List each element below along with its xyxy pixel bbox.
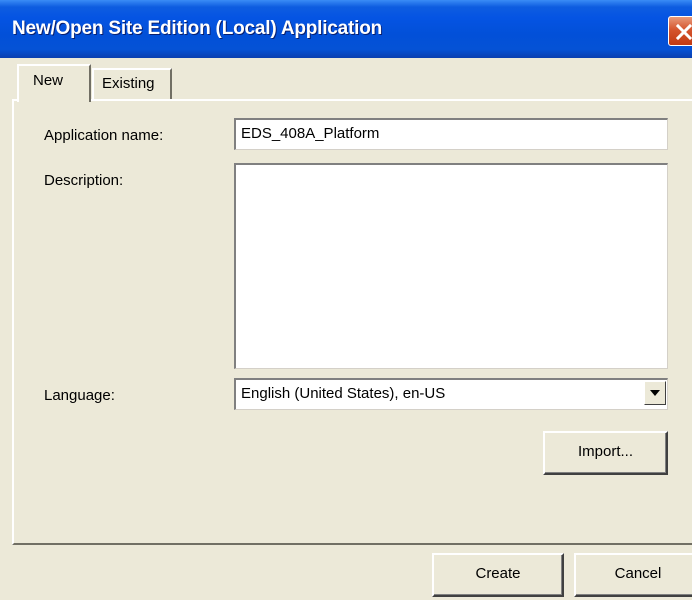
language-select[interactable]: English (United States), en-US [234,378,668,410]
window-title: New/Open Site Edition (Local) Applicatio… [12,18,383,39]
language-value: English (United States), en-US [241,385,446,402]
chevron-down-icon [650,390,660,396]
tab-new[interactable]: New [17,64,91,102]
dialog-window: New/Open Site Edition (Local) Applicatio… [0,0,692,600]
language-dropdown-button[interactable] [644,381,666,405]
tab-new-label: New [33,72,64,89]
title-bar[interactable]: New/Open Site Edition (Local) Applicatio… [0,0,692,58]
application-name-input[interactable]: EDS_408A_Platform [234,118,668,150]
description-textarea[interactable] [234,163,668,369]
language-label: Language: [44,387,115,404]
application-name-label: Application name: [44,127,164,144]
tab-existing[interactable]: Existing [92,68,172,100]
cancel-button[interactable]: Cancel [574,553,692,597]
tab-existing-label: Existing [102,75,155,92]
application-name-value: EDS_408A_Platform [241,125,380,142]
close-button[interactable] [668,16,692,46]
close-icon [675,23,692,41]
create-button[interactable]: Create [432,553,564,597]
description-label: Description: [44,172,124,189]
import-button[interactable]: Import... [543,431,668,475]
